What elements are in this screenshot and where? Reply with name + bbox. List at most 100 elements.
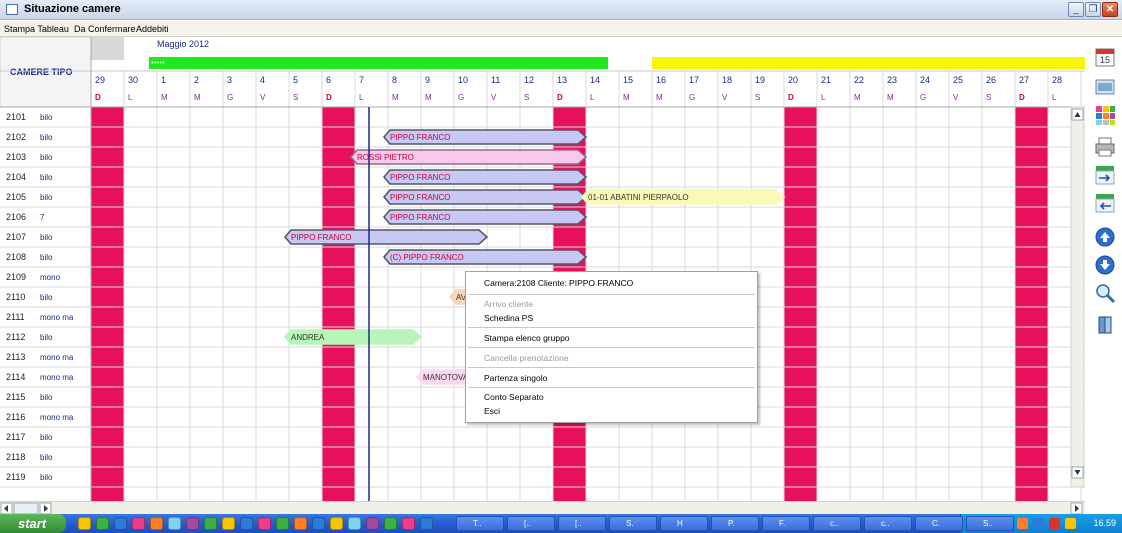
room-number[interactable]: 2113: [6, 352, 25, 362]
room-number[interactable]: 2106: [6, 212, 26, 222]
quick-launch-icon[interactable]: [348, 517, 361, 530]
zoom-icon[interactable]: [1094, 282, 1116, 304]
menu-separator: [468, 294, 755, 295]
scroll-up-icon[interactable]: [1094, 226, 1116, 248]
taskbar-task[interactable]: T..: [456, 516, 504, 531]
taskbar-task[interactable]: c..: [864, 516, 912, 531]
room-type: bilo: [40, 113, 53, 122]
quick-launch-icon[interactable]: [240, 517, 253, 530]
quick-launch-icon[interactable]: [366, 517, 379, 530]
menu-stampa-tableau[interactable]: Stampa Tableau: [4, 24, 69, 34]
quick-launch-icon[interactable]: [132, 517, 145, 530]
close-button[interactable]: ✕: [1102, 2, 1118, 17]
taskbar-task[interactable]: S..: [966, 516, 1014, 531]
taskbar-task[interactable]: C.: [915, 516, 963, 531]
quick-launch-icon[interactable]: [78, 517, 91, 530]
room-number[interactable]: 2118: [6, 452, 25, 462]
color-palette-icon[interactable]: [1094, 104, 1116, 126]
day-letter: D: [557, 93, 563, 102]
booking-bar[interactable]: 01-01 ABATINI PIERPAOLO: [580, 189, 786, 205]
booking-bar[interactable]: ROSSI PIETRO: [349, 149, 588, 165]
room-number[interactable]: 2108: [6, 252, 26, 262]
room-type: bilo: [40, 133, 53, 142]
checkout-arrow-icon[interactable]: [1094, 192, 1116, 214]
printer-icon[interactable]: [1094, 136, 1116, 158]
taskbar-task[interactable]: H: [660, 516, 708, 531]
taskbar-task[interactable]: P.: [711, 516, 759, 531]
room-number[interactable]: 2107: [6, 232, 26, 242]
menu-item-conto-separato[interactable]: Conto Separato: [484, 392, 544, 402]
quick-launch-icon[interactable]: [96, 517, 109, 530]
room-type: bilo: [40, 193, 53, 202]
menu-item-schedina-ps[interactable]: Schedina PS: [484, 313, 533, 323]
tray-icon[interactable]: [1017, 518, 1028, 529]
room-number[interactable]: 2102: [6, 132, 26, 142]
quick-launch-icon[interactable]: [168, 517, 181, 530]
room-type: mono: [40, 273, 61, 282]
exit-door-icon[interactable]: [1094, 314, 1116, 336]
room-number[interactable]: 2109: [6, 272, 26, 282]
menu-item-stampa-elenco-gruppo[interactable]: Stampa elenco gruppo: [484, 333, 570, 343]
booking-bar[interactable]: (C) PIPPO FRANCO: [382, 249, 588, 265]
quick-launch-icon[interactable]: [204, 517, 217, 530]
day-number: 5: [293, 75, 298, 85]
quick-launch-icon[interactable]: [384, 517, 397, 530]
marker-text: *****: [151, 61, 165, 68]
screen-icon[interactable]: [1094, 76, 1116, 98]
room-number[interactable]: 2111: [6, 312, 25, 322]
booking-bar[interactable]: PIPPO FRANCO: [382, 209, 588, 225]
title-bar[interactable]: Situazione camere _ ❐ ✕: [0, 0, 1122, 20]
quick-launch-icon[interactable]: [420, 517, 433, 530]
quick-launch-icon[interactable]: [222, 517, 235, 530]
quick-launch-icon[interactable]: [186, 517, 199, 530]
taskbar-task[interactable]: F.: [762, 516, 810, 531]
context-menu-header: Camera:2108 Cliente: PIPPO FRANCO: [484, 278, 634, 288]
booking-bar[interactable]: ANDREA: [283, 329, 423, 345]
booking-bar[interactable]: PIPPO FRANCO: [382, 189, 588, 205]
vertical-scrollbar[interactable]: [1070, 106, 1085, 488]
menu-da-confermare[interactable]: Da Confermare: [74, 24, 136, 34]
scroll-down-icon[interactable]: [1094, 254, 1116, 276]
day-letter: L: [1052, 93, 1057, 102]
taskbar-task[interactable]: [..: [507, 516, 555, 531]
booking-bar[interactable]: PIPPO FRANCO: [382, 129, 588, 145]
restore-button[interactable]: ❐: [1085, 2, 1101, 17]
booking-bar[interactable]: PIPPO FRANCO: [283, 229, 489, 245]
menu-addebiti[interactable]: Addebiti: [136, 24, 169, 34]
taskbar-task[interactable]: c..: [813, 516, 861, 531]
room-number[interactable]: 2101: [6, 112, 26, 122]
room-number[interactable]: 2103: [6, 152, 26, 162]
room-number[interactable]: 2114: [6, 372, 25, 382]
room-number[interactable]: 2112: [6, 332, 25, 342]
quick-launch-icon[interactable]: [294, 517, 307, 530]
room-number[interactable]: 2104: [6, 172, 26, 182]
quick-launch-icon[interactable]: [312, 517, 325, 530]
room-number[interactable]: 2115: [6, 392, 25, 402]
calendar-icon[interactable]: 15: [1094, 46, 1116, 68]
tray-icon[interactable]: [1065, 518, 1076, 529]
minimize-button[interactable]: _: [1068, 2, 1084, 17]
tray-icon[interactable]: [1049, 518, 1060, 529]
checkin-arrow-icon[interactable]: [1094, 164, 1116, 186]
booking-bar[interactable]: PIPPO FRANCO: [382, 169, 588, 185]
horizontal-scrollbar[interactable]: [0, 501, 1085, 515]
quick-launch-icon[interactable]: [276, 517, 289, 530]
quick-launch-icon[interactable]: [150, 517, 163, 530]
quick-launch-icon[interactable]: [330, 517, 343, 530]
taskbar-task[interactable]: [..: [558, 516, 606, 531]
quick-launch-icon[interactable]: [402, 517, 415, 530]
menu-item-esci[interactable]: Esci: [484, 406, 500, 416]
tray-icon[interactable]: [1033, 518, 1044, 529]
taskbar-task[interactable]: S.: [609, 516, 657, 531]
quick-launch-icon[interactable]: [114, 517, 127, 530]
quick-launch-icon[interactable]: [258, 517, 271, 530]
menu-item-partenza-singolo[interactable]: Partenza singolo: [484, 373, 547, 383]
room-number[interactable]: 2116: [6, 412, 25, 422]
day-number: 23: [887, 75, 897, 85]
room-number[interactable]: 2119: [6, 472, 25, 482]
start-button[interactable]: start: [0, 514, 66, 533]
room-number[interactable]: 2110: [6, 292, 25, 302]
day-letter: G: [689, 93, 695, 102]
room-number[interactable]: 2105: [6, 192, 26, 202]
room-number[interactable]: 2117: [6, 432, 25, 442]
